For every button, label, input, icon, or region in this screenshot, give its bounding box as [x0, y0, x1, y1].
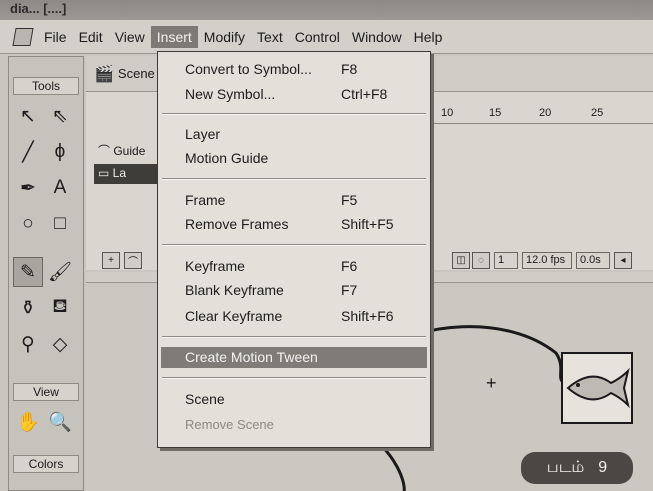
pencil-icon[interactable]: ✎ [13, 257, 43, 287]
menu-item-shortcut: Shift+F5 [341, 216, 394, 232]
add-layer-icon[interactable]: + [102, 252, 120, 269]
ruler-number: 10 [441, 107, 454, 119]
figure-badge-number: 9 [598, 459, 608, 476]
zoom-icon[interactable]: 🔍 [45, 407, 75, 437]
menu-window[interactable]: Window [346, 26, 408, 48]
line-icon[interactable]: ╱ [13, 137, 43, 167]
layer-icon: ▭ [98, 166, 113, 180]
menu-text[interactable]: Text [251, 26, 289, 48]
menu-item-label: Remove Scene [185, 417, 274, 432]
menu-edit[interactable]: Edit [73, 26, 109, 48]
pen-icon[interactable]: ✒ [13, 173, 43, 203]
onion-skin-icon[interactable]: ◌ [472, 252, 490, 269]
insert-menu-dropdown: Convert to Symbol... F8 New Symbol... Ct… [157, 51, 431, 448]
window-title-bar: dia... [....] [0, 0, 653, 20]
menu-item-scene[interactable]: Scene [161, 389, 427, 410]
layer-name: Guide [113, 144, 146, 158]
menu-item-label: Motion Guide [185, 150, 269, 166]
flash-app-icon[interactable] [12, 27, 34, 46]
menu-item-remove-frames[interactable]: Remove Frames Shift+F5 [161, 214, 427, 235]
menu-item-label: Remove Frames [185, 216, 289, 232]
menu-item-label: Clear Keyframe [185, 308, 283, 324]
tools-label: Tools [13, 77, 79, 95]
menu-separator [162, 377, 426, 379]
paint-bucket-icon[interactable]: ⛾ [45, 293, 75, 323]
eyedropper-icon[interactable]: ⚲ [13, 329, 43, 359]
brush-icon[interactable]: 🖌 [45, 257, 75, 287]
menu-insert[interactable]: Insert [150, 25, 198, 48]
menu-file[interactable]: File [38, 26, 73, 48]
menu-item-shortcut: F5 [341, 192, 358, 208]
scene-icon: 🎬 [94, 65, 114, 83]
lasso-icon[interactable]: ϕ [45, 137, 75, 167]
menu-item-clear-keyframe[interactable]: Clear Keyframe Shift+F6 [161, 306, 427, 327]
menu-item-label: Scene [185, 391, 225, 407]
frame-rate: 12.0 fps [522, 252, 572, 269]
menu-item-create-motion-tween[interactable]: Create Motion Tween [161, 347, 427, 368]
menu-item-remove-scene: Remove Scene [161, 414, 427, 435]
menu-item-label: Layer [185, 126, 221, 142]
menu-item-frame[interactable]: Frame F5 [161, 190, 427, 211]
menu-item-keyframe[interactable]: Keyframe F6 [161, 256, 427, 277]
ruler-number: 15 [489, 107, 502, 119]
menu-item-shortcut: F8 [341, 61, 358, 77]
window-title: dia... [....] [10, 1, 67, 16]
menu-separator [162, 336, 426, 338]
view-label: View [13, 383, 79, 401]
menu-control[interactable]: Control [289, 26, 346, 48]
hand-icon[interactable]: ✋ [13, 407, 43, 437]
menu-modify[interactable]: Modify [198, 26, 251, 48]
layer-name: La [112, 166, 127, 180]
menu-item-shortcut: F7 [341, 282, 358, 298]
menu-item-label: Frame [185, 192, 226, 208]
menu-item-shortcut: F6 [341, 258, 358, 274]
oval-icon[interactable]: ○ [13, 209, 43, 239]
menu-item-label: Create Motion Tween [185, 349, 318, 365]
current-frame: 1 [494, 252, 518, 269]
menu-item-shortcut: Shift+F6 [341, 308, 394, 324]
ruler-number: 25 [591, 107, 604, 119]
ruler-number: 20 [539, 107, 552, 119]
figure-badge-word: படம் [546, 459, 585, 476]
rectangle-icon[interactable]: □ [45, 209, 75, 239]
text-icon[interactable]: A [45, 173, 75, 203]
menu-item-new-symbol[interactable]: New Symbol... Ctrl+F8 [161, 84, 427, 105]
menu-item-shortcut: Ctrl+F8 [341, 86, 388, 102]
scroll-left-icon[interactable]: ◂ [614, 252, 632, 269]
menu-item-blank-keyframe[interactable]: Blank Keyframe F7 [161, 280, 427, 301]
registration-cross: + [486, 373, 497, 393]
add-guide-layer-icon[interactable]: ⌒ [124, 252, 142, 269]
menu-separator [162, 244, 426, 246]
menu-bar: File Edit View Insert Modify Text Contro… [0, 20, 653, 54]
menu-help[interactable]: Help [408, 26, 449, 48]
menu-item-layer[interactable]: Layer [161, 124, 427, 145]
guide-layer-icon: ⌒ [98, 144, 114, 158]
menu-separator [162, 113, 426, 115]
menu-item-label: Blank Keyframe [185, 282, 284, 298]
menu-item-convert-to-symbol[interactable]: Convert to Symbol... F8 [161, 59, 427, 80]
colors-label: Colors [13, 455, 79, 473]
menu-separator [162, 178, 426, 180]
figure-badge: படம் 9 [521, 452, 633, 484]
elapsed-time: 0.0s [576, 252, 610, 269]
menu-view[interactable]: View [109, 26, 151, 48]
subselect-icon[interactable]: ⇖ [45, 101, 75, 131]
tools-panel: Tools ↖ ⇖ ╱ ϕ ✒ A ○ □ ✎ 🖌 ⚱ ⛾ ⚲ ◇ View ✋… [8, 56, 84, 491]
center-frame-icon[interactable]: ◫ [452, 252, 470, 269]
menu-item-label: Convert to Symbol... [185, 61, 312, 77]
timeline-ruler: 10 15 20 25 [431, 104, 653, 124]
ink-bottle-icon[interactable]: ⚱ [13, 293, 43, 323]
menu-item-label: Keyframe [185, 258, 245, 274]
scene-label[interactable]: Scene [118, 66, 155, 81]
menu-item-motion-guide[interactable]: Motion Guide [161, 148, 427, 169]
arrow-icon[interactable]: ↖ [13, 101, 43, 131]
eraser-icon[interactable]: ◇ [45, 329, 75, 359]
menu-item-label: New Symbol... [185, 86, 276, 102]
